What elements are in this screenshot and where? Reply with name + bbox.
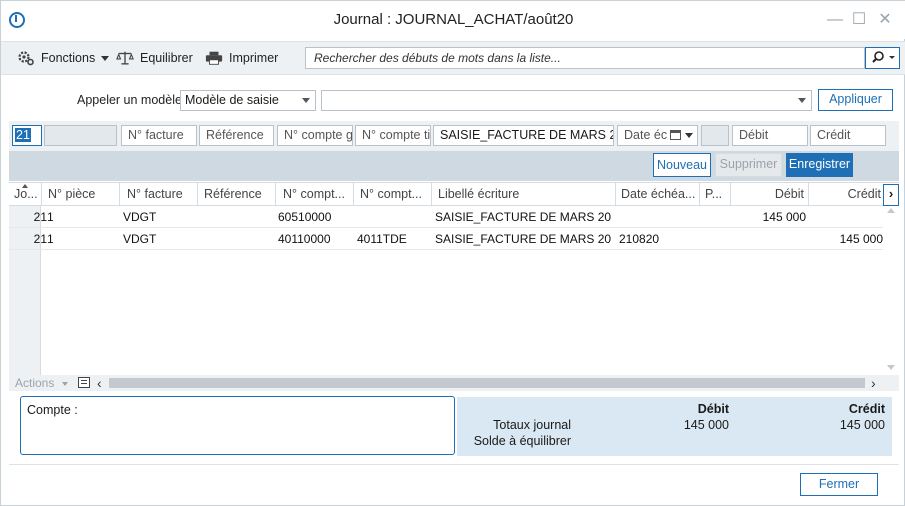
totaux-journal-label: Totaux journal: [493, 418, 571, 432]
solde-label: Solde à équilibrer: [473, 434, 571, 448]
journal-field-value: 21: [15, 128, 31, 142]
col-header-facture[interactable]: N° facture: [127, 187, 199, 201]
row-credit: 145 000: [839, 232, 883, 246]
row-piece: 1: [47, 232, 54, 246]
gear-icon: [18, 51, 34, 66]
window-title: Journal : JOURNAL_ACHAT/août20: [333, 11, 574, 28]
scroll-left-icon[interactable]: ‹: [97, 375, 102, 391]
row-journal: 21: [33, 210, 47, 224]
modele-select[interactable]: [321, 90, 812, 111]
compte-general-field[interactable]: N° compte g: [277, 125, 353, 146]
reference-field[interactable]: Référence: [199, 125, 274, 146]
col-header-reference[interactable]: Référence: [204, 187, 276, 201]
fonctions-label: Fonctions: [41, 51, 96, 65]
col-header-p[interactable]: P...: [705, 187, 727, 201]
table-row[interactable]: 21 1 VDGT 60510000 SAISIE_FACTURE DE MAR…: [9, 206, 883, 228]
p-field[interactable]: [701, 125, 729, 146]
chevron-down-icon: [798, 98, 806, 103]
totals-debit-header: Débit: [697, 402, 729, 416]
scroll-columns-right-button[interactable]: ›: [883, 184, 899, 206]
journal-field[interactable]: 21: [12, 125, 42, 146]
row-journal: 21: [33, 232, 47, 246]
chevron-right-icon: ›: [888, 186, 894, 201]
chevron-down-icon: [685, 133, 693, 138]
debit-field[interactable]: Débit: [732, 125, 808, 146]
table-row[interactable]: 21 1 VDGT 40110000 4011TDE SAISIE_FACTUR…: [9, 228, 883, 250]
imprimer-button[interactable]: Imprimer: [205, 48, 278, 68]
totals-credit-header: Crédit: [848, 402, 885, 416]
col-header-debit[interactable]: Débit: [732, 187, 804, 201]
piece-field[interactable]: [44, 125, 117, 146]
footer-divider: [9, 464, 899, 465]
col-header-libelle[interactable]: Libellé écriture: [438, 187, 608, 201]
journal-window: Journal : JOURNAL_ACHAT/août20 — ☐ ✕ Fon…: [0, 0, 905, 506]
compte-label: Compte :: [27, 403, 78, 417]
row-facture: VDGT: [123, 232, 157, 246]
credit-field[interactable]: Crédit: [810, 125, 886, 146]
supprimer-button[interactable]: Supprimer: [715, 153, 782, 177]
calendar-icon: [670, 130, 681, 140]
modele-type-value: Modèle de saisie: [185, 93, 279, 107]
row-libelle: SAISIE_FACTURE DE MARS 20: [435, 210, 612, 224]
col-header-credit[interactable]: Crédit: [809, 187, 881, 201]
compte-panel: Compte :: [20, 396, 455, 455]
libelle-field[interactable]: SAISIE_FACTURE DE MARS 20: [433, 125, 614, 146]
scroll-down-icon[interactable]: [887, 365, 895, 370]
col-header-journal[interactable]: Jo...: [14, 187, 41, 201]
facture-field[interactable]: N° facture: [121, 125, 197, 146]
dropdown-arrow-icon: [101, 55, 110, 61]
row-facture: VDGT: [123, 210, 157, 224]
row-debit: 145 000: [762, 210, 806, 224]
scroll-up-icon[interactable]: [887, 208, 895, 213]
col-header-piece[interactable]: N° pièce: [48, 187, 118, 201]
imprimer-label: Imprimer: [229, 51, 279, 65]
chevron-down-icon: [302, 98, 310, 103]
actions-menu-button[interactable]: Actions: [15, 376, 75, 390]
equilibrer-label: Equilibrer: [140, 51, 193, 65]
fonctions-menu-button[interactable]: Fonctions: [17, 48, 110, 68]
row-date: 210820: [619, 232, 660, 246]
search-button[interactable]: [865, 47, 900, 69]
fermer-button[interactable]: Fermer: [800, 473, 878, 496]
totaux-credit-value: 145 000: [839, 418, 885, 432]
table-settings-icon[interactable]: [78, 377, 90, 388]
scroll-right-icon[interactable]: ›: [871, 375, 876, 391]
date-field-label: Date éc: [624, 128, 668, 142]
row-compte-tiers: 4011TDE: [357, 232, 407, 246]
row-libelle: SAISIE_FACTURE DE MARS 20: [435, 232, 612, 246]
nouveau-button[interactable]: Nouveau: [653, 153, 711, 177]
totals-panel: Débit Crédit Totaux journal 145 000 145 …: [457, 397, 892, 456]
date-field[interactable]: Date éc: [617, 125, 698, 146]
compte-tiers-field[interactable]: N° compte ti: [355, 125, 431, 146]
actions-label: Actions: [15, 376, 55, 390]
col-header-compte-tiers[interactable]: N° compt...: [360, 187, 430, 201]
horizontal-scroll-thumb[interactable]: [109, 378, 865, 388]
balance-scale-icon: [116, 51, 134, 65]
col-header-date[interactable]: Date échéa...: [621, 187, 697, 201]
enregistrer-button[interactable]: Enregistrer: [786, 153, 853, 177]
printer-icon: [205, 51, 223, 65]
dropdown-arrow-icon: [61, 381, 68, 386]
appliquer-button[interactable]: Appliquer: [818, 89, 893, 111]
row-compte-general: 60510000: [278, 210, 332, 224]
search-icon: [872, 51, 895, 63]
row-compte-general: 40110000: [278, 232, 331, 246]
minimize-icon[interactable]: —: [825, 10, 845, 30]
row-piece: 1: [47, 210, 54, 224]
search-input[interactable]: Rechercher des débuts de mots dans la li…: [305, 47, 865, 69]
totaux-debit-value: 145 000: [683, 418, 729, 432]
vertical-scrollbar[interactable]: [883, 206, 899, 375]
modele-label: Appeler un modèle: [77, 93, 182, 107]
modele-type-select[interactable]: Modèle de saisie: [180, 90, 316, 111]
equilibrer-button[interactable]: Equilibrer: [116, 48, 193, 68]
close-icon[interactable]: ✕: [875, 10, 895, 30]
maximize-icon[interactable]: ☐: [849, 10, 869, 30]
col-header-compte-general[interactable]: N° compt...: [283, 187, 353, 201]
